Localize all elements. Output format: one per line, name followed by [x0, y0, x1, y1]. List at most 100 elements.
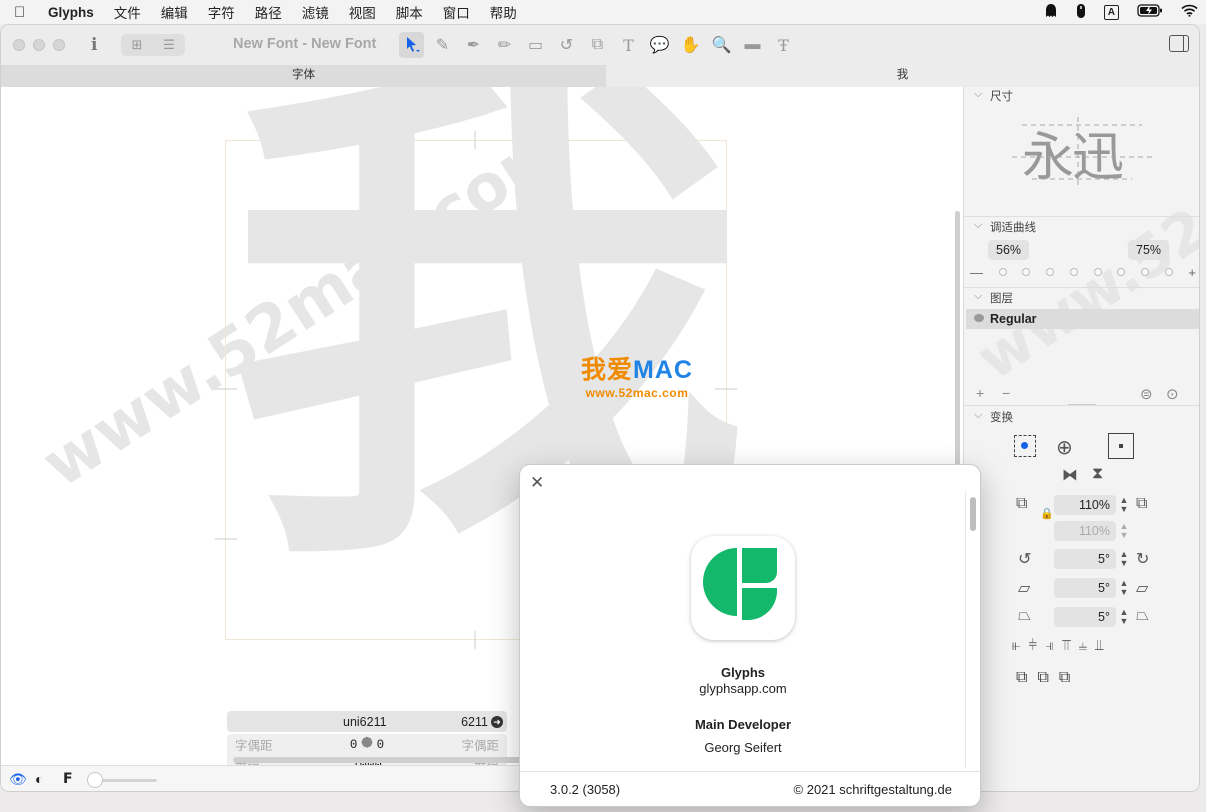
wifi-icon[interactable]	[1181, 4, 1198, 20]
curve-fit-dot[interactable]	[1069, 268, 1078, 276]
about-scrollbar[interactable]	[970, 497, 976, 531]
rsb-value[interactable]: 0	[377, 738, 385, 752]
menu-path[interactable]: 路径	[255, 2, 282, 22]
align-right-icon[interactable]: ⫣	[1045, 637, 1054, 654]
curve-fit-dot[interactable]	[1140, 268, 1149, 276]
mouse-icon[interactable]	[1076, 3, 1086, 22]
scale-x-field[interactable]: 110%	[1054, 495, 1116, 515]
curve-plus-icon[interactable]: +	[1188, 265, 1196, 280]
skew-stepper[interactable]: ▲ ▼	[1118, 608, 1130, 626]
ghost-icon[interactable]	[1044, 3, 1058, 22]
scale-down-icon[interactable]: ⧉	[1016, 495, 1027, 513]
text-tool-icon[interactable]: T	[616, 32, 641, 58]
rotate-tool-icon[interactable]: ↺	[554, 32, 579, 58]
arrow-right-circle-icon[interactable]: ➜	[491, 715, 503, 728]
align-center-icon[interactable]: ⫩	[1028, 637, 1037, 654]
select-tool-icon[interactable]	[399, 32, 424, 58]
rotate-stepper[interactable]: ▲ ▼	[1118, 550, 1130, 568]
about-website[interactable]: glyphsapp.com	[520, 681, 966, 696]
lock-icon[interactable]: 🔒	[1040, 507, 1054, 520]
eye-icon[interactable]: 👁	[9, 771, 27, 788]
input-method-icon[interactable]: A	[1103, 4, 1119, 20]
close-icon[interactable]: ✕	[530, 473, 544, 493]
slant-field[interactable]: 5°	[1054, 578, 1116, 598]
menu-help[interactable]: 帮助	[490, 2, 517, 22]
rotate-ccw-icon[interactable]: ↺	[1018, 549, 1031, 569]
grid-view-icon[interactable]: ⊞	[121, 34, 153, 56]
close-window-button[interactable]	[13, 39, 25, 51]
align-top-icon[interactable]: ⫪	[1062, 637, 1070, 654]
glyph-name[interactable]: uni6211	[343, 715, 387, 729]
curve-fit-header[interactable]: 调适曲线	[964, 215, 1199, 238]
align-middle-icon[interactable]: ⫨	[1079, 637, 1087, 654]
apple-icon[interactable]: 	[14, 4, 34, 21]
scale-tool-icon[interactable]: ⧉	[585, 32, 610, 58]
dimensions-header[interactable]: 尺寸	[964, 87, 1199, 107]
type-tool-icon[interactable]: Ŧ	[771, 32, 796, 58]
layer-eye-icon[interactable]	[974, 314, 984, 322]
rotate-field[interactable]: 5°	[1054, 549, 1116, 569]
curve-fit-dot[interactable]	[1093, 268, 1102, 276]
annotation-tool-icon[interactable]: 💬	[647, 32, 672, 58]
menu-script[interactable]: 脚本	[396, 2, 423, 22]
scale-stepper[interactable]: ▲ ▼	[1118, 496, 1130, 514]
scale-y-field[interactable]: 110%	[1054, 521, 1116, 541]
menu-app-name[interactable]: Glyphs	[48, 5, 94, 20]
curve-fit-dot[interactable]	[1022, 268, 1031, 276]
layer-row[interactable]: Regular	[966, 309, 1199, 329]
crosshair-icon[interactable]: ⊕	[1056, 435, 1073, 460]
curve-fit-left[interactable]: 56%	[988, 240, 1030, 260]
draw-tool-icon[interactable]: ✒	[461, 32, 486, 58]
skew-field[interactable]: 5°	[1054, 607, 1116, 627]
intersect-icon[interactable]: ⧉	[1059, 669, 1070, 687]
zoom-window-button[interactable]	[53, 39, 65, 51]
layer-options-icon[interactable]: ⊙	[1166, 385, 1179, 403]
slant-right-icon[interactable]: ⏥	[1136, 578, 1148, 598]
layers-header[interactable]: 图层	[964, 286, 1199, 309]
subtract-icon[interactable]: ⧉	[1037, 669, 1048, 687]
sidebar-toggle-icon[interactable]	[1169, 35, 1189, 52]
align-left-icon[interactable]: ⫦	[1012, 637, 1020, 654]
hand-tool-icon[interactable]: ✋	[678, 32, 703, 58]
zoom-slider-knob[interactable]	[87, 772, 103, 788]
flip-horizontal-icon[interactable]: ⧓	[1062, 465, 1078, 485]
union-icon[interactable]: ⧉	[1016, 669, 1027, 687]
curve-fit-dot[interactable]	[998, 268, 1007, 276]
info-icon[interactable]: i	[91, 35, 97, 55]
add-layer-icon[interactable]: +	[976, 385, 984, 401]
tab-font[interactable]: 字体	[1, 65, 606, 87]
edit-path-tool-icon[interactable]: ✎	[430, 32, 455, 58]
measurement-tool-icon[interactable]: ▬	[740, 32, 765, 58]
horizontal-scrollbar[interactable]	[233, 757, 523, 763]
slant-left-icon[interactable]: ⏥	[1018, 578, 1030, 598]
curve-fit-right[interactable]: 75%	[1128, 240, 1170, 260]
scale-y-stepper[interactable]: ▲ ▼	[1118, 522, 1130, 540]
remove-layer-icon[interactable]: −	[1002, 385, 1010, 401]
layer-filter-icon[interactable]: ⊜	[1140, 385, 1153, 403]
rotate-cw-icon[interactable]: ↻	[1136, 549, 1149, 569]
metrics-link-icon[interactable]: ⯄	[361, 737, 372, 753]
menu-filter[interactable]: 滤镜	[302, 2, 329, 22]
slant-stepper[interactable]: ▲ ▼	[1118, 579, 1130, 597]
zoom-tool-icon[interactable]: 🔍	[709, 32, 734, 58]
curve-fit-dot[interactable]	[1117, 268, 1126, 276]
menu-file[interactable]: 文件	[114, 2, 141, 22]
tab-glyph[interactable]: 我	[605, 65, 1199, 87]
battery-icon[interactable]	[1137, 4, 1163, 20]
align-bottom-icon[interactable]: ⫫	[1095, 637, 1103, 654]
curve-minus-icon[interactable]: —	[970, 265, 983, 280]
glyph-unicode[interactable]: 6211	[461, 715, 488, 729]
skew-up-icon[interactable]: ⏢	[1136, 607, 1149, 625]
menu-window[interactable]: 窗口	[443, 2, 470, 22]
pencil-tool-icon[interactable]: ✏	[492, 32, 517, 58]
bounds-icon[interactable]	[1108, 433, 1134, 459]
curve-fit-dot[interactable]	[1164, 268, 1173, 276]
skew-down-icon[interactable]: ⏢	[1018, 607, 1031, 625]
list-view-icon[interactable]: ☰	[153, 34, 185, 56]
transform-origin-grid-icon[interactable]	[1014, 435, 1036, 457]
curve-fit-dot[interactable]	[1046, 268, 1055, 276]
menu-view[interactable]: 视图	[349, 2, 376, 22]
minimize-window-button[interactable]	[33, 39, 45, 51]
font-preview-icon[interactable]: F	[63, 771, 73, 787]
transform-header[interactable]: 变换	[964, 405, 1199, 428]
